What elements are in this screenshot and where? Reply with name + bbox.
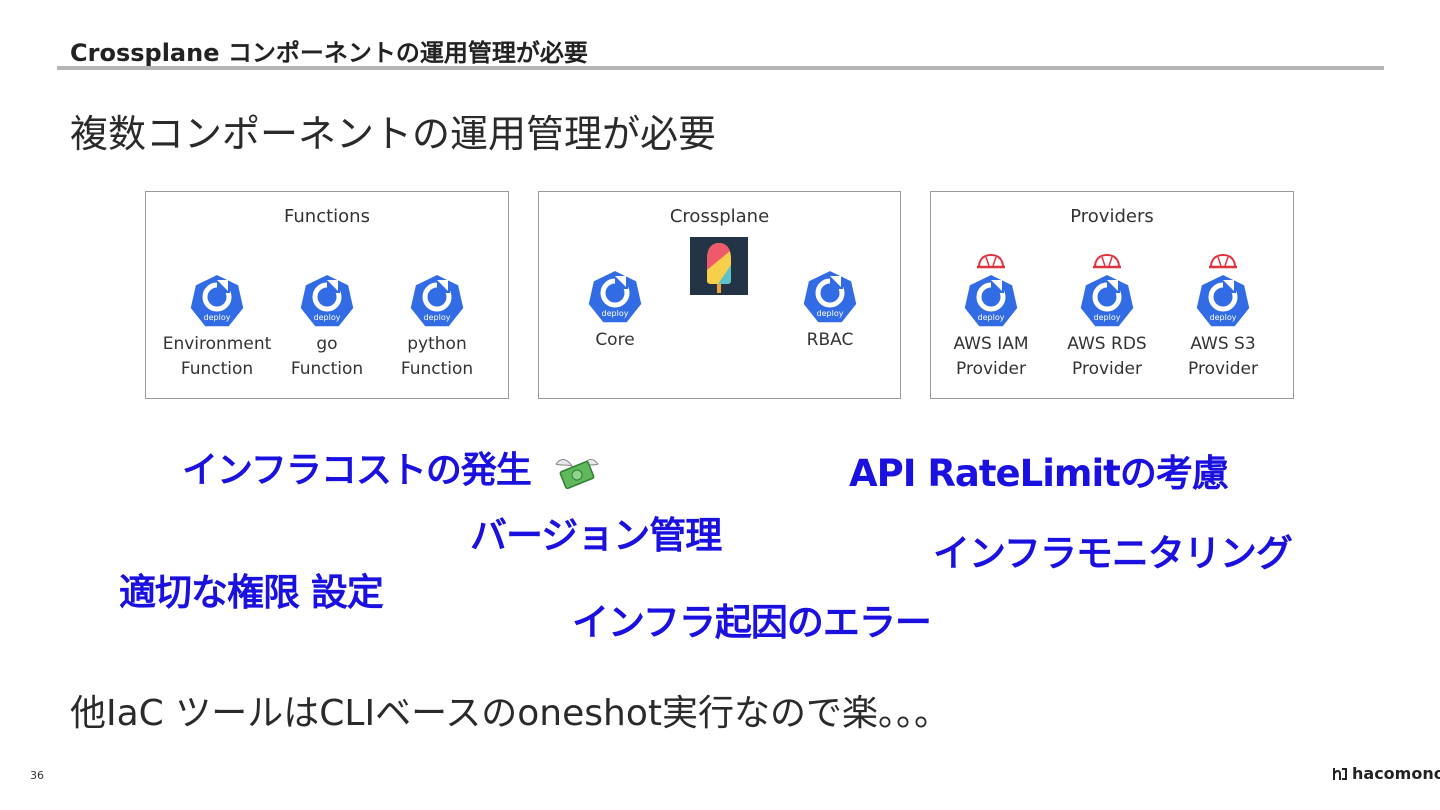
go-function-component: deploy go Function bbox=[272, 272, 382, 382]
svg-text:deploy: deploy bbox=[424, 313, 451, 322]
providers-group-title: Providers bbox=[1070, 206, 1154, 227]
component-label: Environment Function bbox=[162, 334, 272, 379]
functions-group-title: Functions bbox=[284, 206, 370, 227]
crossplane-group-title: Crossplane bbox=[669, 206, 770, 227]
deploy-icon: deploy bbox=[298, 272, 356, 329]
crossplane-logo bbox=[690, 237, 748, 295]
slide-subtitle: 複数コンポーネントの運用管理が必要 bbox=[70, 112, 717, 156]
component-label: AWS RDS Provider bbox=[1067, 334, 1147, 379]
component-label: python Function bbox=[400, 334, 474, 379]
deploy-icon: deploy bbox=[1194, 272, 1252, 329]
component-label: RBAC bbox=[806, 330, 854, 350]
deploy-icon: deploy bbox=[408, 272, 466, 329]
svg-text:deploy: deploy bbox=[602, 309, 629, 318]
component-label: AWS S3 Provider bbox=[1188, 334, 1258, 379]
aws-iam-provider-component: deploy AWS IAM Provider bbox=[936, 252, 1046, 382]
providers-group-box: Providers deploy AWS IAM Provider deploy bbox=[930, 191, 1294, 399]
page-number: 36 bbox=[30, 769, 44, 782]
python-function-component: deploy python Function bbox=[382, 272, 492, 382]
component-label: go Function bbox=[290, 334, 364, 379]
svg-text:deploy: deploy bbox=[1210, 313, 1237, 322]
hacomono-logo-mark-icon bbox=[1333, 767, 1347, 780]
crossplane-group-box: Crossplane deploy Core deploy RBAC bbox=[538, 191, 901, 399]
helmet-icon bbox=[977, 253, 1005, 269]
svg-text:deploy: deploy bbox=[314, 313, 341, 322]
hacomono-logo: hacomono bbox=[1332, 764, 1440, 783]
deploy-icon: deploy bbox=[188, 272, 246, 329]
concern-infra-errors: インフラ起因のエラー bbox=[572, 601, 932, 644]
deploy-icon: deploy bbox=[586, 268, 644, 325]
concern-api-ratelimit: API RateLimitの考慮 bbox=[849, 452, 1229, 495]
environment-function-component: deploy Environment Function bbox=[162, 272, 272, 382]
helmet-icon bbox=[1209, 253, 1237, 269]
aws-rds-provider-component: deploy AWS RDS Provider bbox=[1052, 252, 1162, 382]
slide-header-title: Crossplane コンポーネントの運用管理が必要 bbox=[70, 39, 588, 67]
logo-text: hacomono bbox=[1352, 764, 1440, 783]
aws-s3-provider-component: deploy AWS S3 Provider bbox=[1168, 252, 1278, 382]
concern-infra-cost: インフラコストの発生 bbox=[182, 441, 602, 494]
concern-infra-monitoring: インフラモニタリング bbox=[933, 532, 1293, 575]
money-with-wings-icon bbox=[555, 459, 600, 490]
concern-text: インフラコストの発生 bbox=[182, 450, 532, 491]
core-component: deploy Core bbox=[560, 268, 670, 353]
concern-permission-settings: 適切な権限 設定 bbox=[119, 571, 384, 614]
rbac-component: deploy RBAC bbox=[775, 268, 885, 353]
header-divider bbox=[57, 66, 1384, 70]
functions-group-box: Functions deploy Environment Function de… bbox=[145, 191, 509, 399]
component-label: AWS IAM Provider bbox=[953, 334, 1029, 379]
deploy-icon: deploy bbox=[801, 268, 859, 325]
svg-text:deploy: deploy bbox=[1094, 313, 1121, 322]
concern-version-management: バージョン管理 bbox=[470, 514, 722, 557]
component-label: Core bbox=[595, 330, 635, 350]
svg-text:deploy: deploy bbox=[817, 309, 844, 318]
deploy-icon: deploy bbox=[1078, 272, 1136, 329]
deploy-icon: deploy bbox=[962, 272, 1020, 329]
svg-text:deploy: deploy bbox=[204, 313, 231, 322]
svg-text:deploy: deploy bbox=[978, 313, 1005, 322]
helmet-icon bbox=[1093, 253, 1121, 269]
closing-statement: 他IaC ツールはCLIベースのoneshot実行なので楽。。。 bbox=[70, 693, 950, 734]
